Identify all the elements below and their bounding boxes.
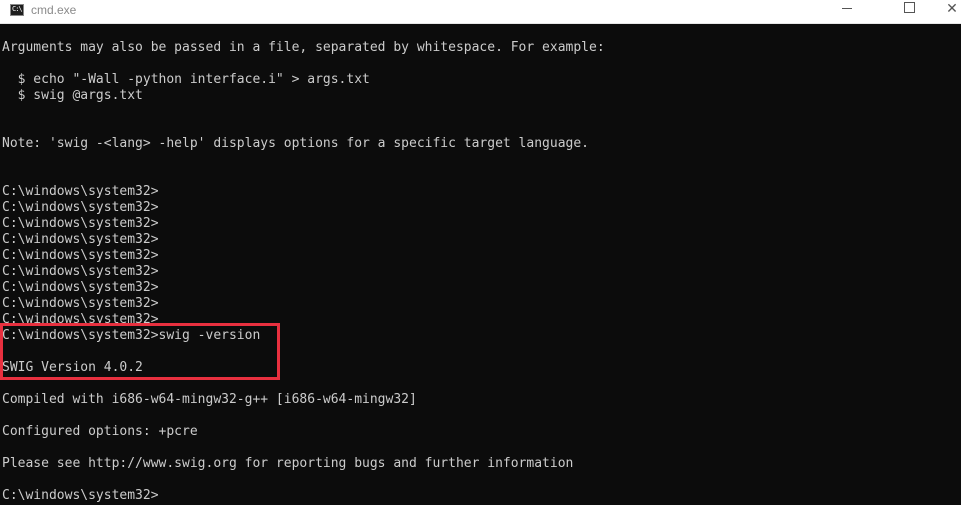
- console-line: C:\windows\system32>: [2, 488, 159, 503]
- console-line: Compiled with i686-w64-mingw32-g++ [i686…: [2, 392, 417, 407]
- console-line: C:\windows\system32>: [2, 184, 159, 199]
- title-bar[interactable]: C:\ cmd.exe ✕: [0, 0, 961, 24]
- console-icon-glyph: C:\: [12, 5, 23, 13]
- console-line: $ swig @args.txt: [2, 88, 143, 103]
- console-line: Please see http://www.swig.org for repor…: [2, 456, 574, 471]
- console-line: Configured options: +pcre: [2, 424, 198, 439]
- console-line: C:\windows\system32>: [2, 264, 159, 279]
- console-line: C:\windows\system32>: [2, 280, 159, 295]
- console-line: C:\windows\system32>: [2, 200, 159, 215]
- cmd-window: C:\ cmd.exe ✕ Arguments may also be pass…: [0, 0, 961, 505]
- close-icon: ✕: [946, 1, 958, 17]
- console-line: C:\windows\system32>: [2, 248, 159, 263]
- console-line: C:\windows\system32>: [2, 232, 159, 247]
- maximize-button[interactable]: [886, 0, 932, 22]
- maximize-icon: [903, 1, 915, 13]
- console-icon: C:\: [10, 4, 24, 16]
- minimize-button[interactable]: [824, 0, 870, 22]
- console-line: C:\windows\system32>: [2, 296, 159, 311]
- highlight-annotation: [0, 323, 280, 380]
- console-line: C:\windows\system32>: [2, 216, 159, 231]
- console-output[interactable]: Arguments may also be passed in a file, …: [0, 24, 961, 505]
- window-title: cmd.exe: [31, 3, 77, 17]
- console-line: $ echo "-Wall -python interface.i" > arg…: [2, 72, 370, 87]
- close-button[interactable]: ✕: [932, 0, 961, 22]
- minimize-icon: [842, 7, 852, 9]
- console-line: Note: 'swig -<lang> -help' displays opti…: [2, 136, 589, 151]
- console-line: Arguments may also be passed in a file, …: [2, 40, 605, 55]
